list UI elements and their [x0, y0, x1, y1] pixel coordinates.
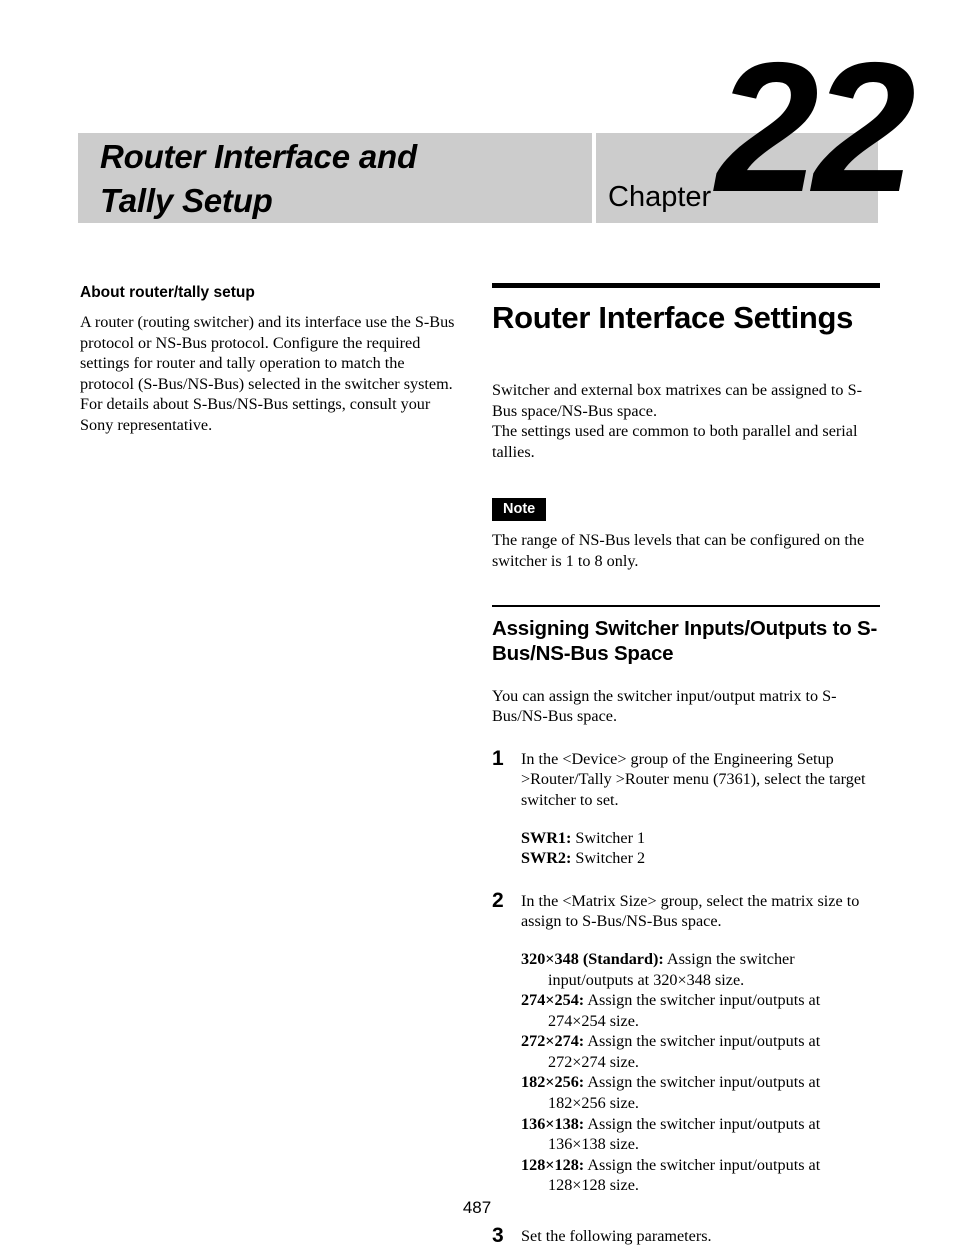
- definition-desc: Switcher 2: [571, 849, 646, 868]
- chapter-title-box: Router Interface and Tally Setup: [78, 133, 592, 223]
- about-router-tally-heading: About router/tally setup: [80, 284, 255, 301]
- step-number: 1: [492, 746, 504, 770]
- definition-item: 274×254: Assign the switcher input/outpu…: [521, 990, 880, 1031]
- definition-desc: Assign the switcher input/outputs at 274…: [548, 991, 821, 1030]
- definition-item: 272×274: Assign the switcher input/outpu…: [521, 1031, 880, 1072]
- definition-term: 136×138:: [521, 1114, 585, 1133]
- section-rule-thick: [492, 283, 880, 288]
- note-body: The range of NS-Bus levels that can be c…: [492, 531, 865, 570]
- definition-desc: Assign the switcher input/outputs at 182…: [548, 1073, 821, 1113]
- right-column: Router Interface Settings Switcher and e…: [492, 283, 880, 1247]
- definition-desc: Assign the switcher input/outputs at 128…: [548, 1155, 821, 1195]
- chapter-word-label: Chapter: [608, 181, 712, 213]
- definition-desc: Switcher 1: [571, 828, 646, 847]
- definition-term: 274×254:: [521, 991, 585, 1010]
- step-number: 2: [492, 888, 504, 912]
- step-item: 1 In the <Device> group of the Engineeri…: [492, 746, 880, 869]
- definition-term: 272×274:: [521, 1032, 585, 1051]
- definition-item: 136×138: Assign the switcher input/outpu…: [521, 1114, 880, 1155]
- definition-term: SWR2:: [521, 849, 572, 868]
- step-text: In the <Matrix Size> group, select the m…: [521, 891, 860, 931]
- chapter-number: 22: [716, 25, 916, 231]
- chapter-title-line-2: Tally Setup: [100, 182, 273, 219]
- note-badge: Note: [492, 498, 547, 522]
- left-column: About router/tally setup A router (routi…: [80, 283, 462, 436]
- section-intro-body: Switcher and external box matrixes can b…: [492, 381, 862, 461]
- definition-item: 128×128: Assign the switcher input/outpu…: [521, 1155, 880, 1196]
- step-definition-list: SWR1: Switcher 1 SWR2: Switcher 2: [521, 828, 880, 869]
- chapter-title: Router Interface and Tally Setup: [100, 135, 580, 223]
- definition-item: 182×256: Assign the switcher input/outpu…: [521, 1072, 880, 1113]
- definition-item: SWR2: Switcher 2: [521, 848, 880, 869]
- section-title: Router Interface Settings: [492, 300, 854, 335]
- definition-item: 320×348 (Standard): Assign the switcher …: [521, 949, 880, 990]
- subsection-intro-body: You can assign the switcher input/output…: [492, 686, 837, 726]
- step-item: 2 In the <Matrix Size> group, select the…: [492, 888, 880, 1196]
- definition-term: 320×348 (Standard):: [521, 949, 664, 968]
- definition-desc: Assign the switcher input/outputs at 136…: [548, 1114, 821, 1154]
- chapter-title-line-1: Router Interface and: [100, 138, 417, 175]
- step-text: In the <Device> group of the Engineering…: [521, 749, 866, 809]
- definition-item: SWR1: Switcher 1: [521, 828, 880, 849]
- page-number: 487: [462, 1198, 492, 1217]
- matrix-size-definition-list: 320×348 (Standard): Assign the switcher …: [521, 949, 880, 1196]
- about-router-tally-body: A router (routing switcher) and its inte…: [80, 313, 455, 434]
- note-block: Note The range of NS-Bus levels that can…: [492, 498, 880, 571]
- definition-term: 182×256:: [521, 1073, 585, 1092]
- definition-term: 128×128:: [521, 1155, 585, 1174]
- definition-desc: Assign the switcher input/outputs at 272…: [548, 1032, 821, 1071]
- step-number: 3: [492, 1224, 504, 1248]
- chapter-banner: Router Interface and Tally Setup Chapter…: [0, 0, 954, 240]
- subsection-title: Assigning Switcher Inputs/Outputs to S-B…: [492, 616, 878, 665]
- definition-term: SWR1:: [521, 828, 572, 847]
- subsection-rule-thin: [492, 604, 880, 607]
